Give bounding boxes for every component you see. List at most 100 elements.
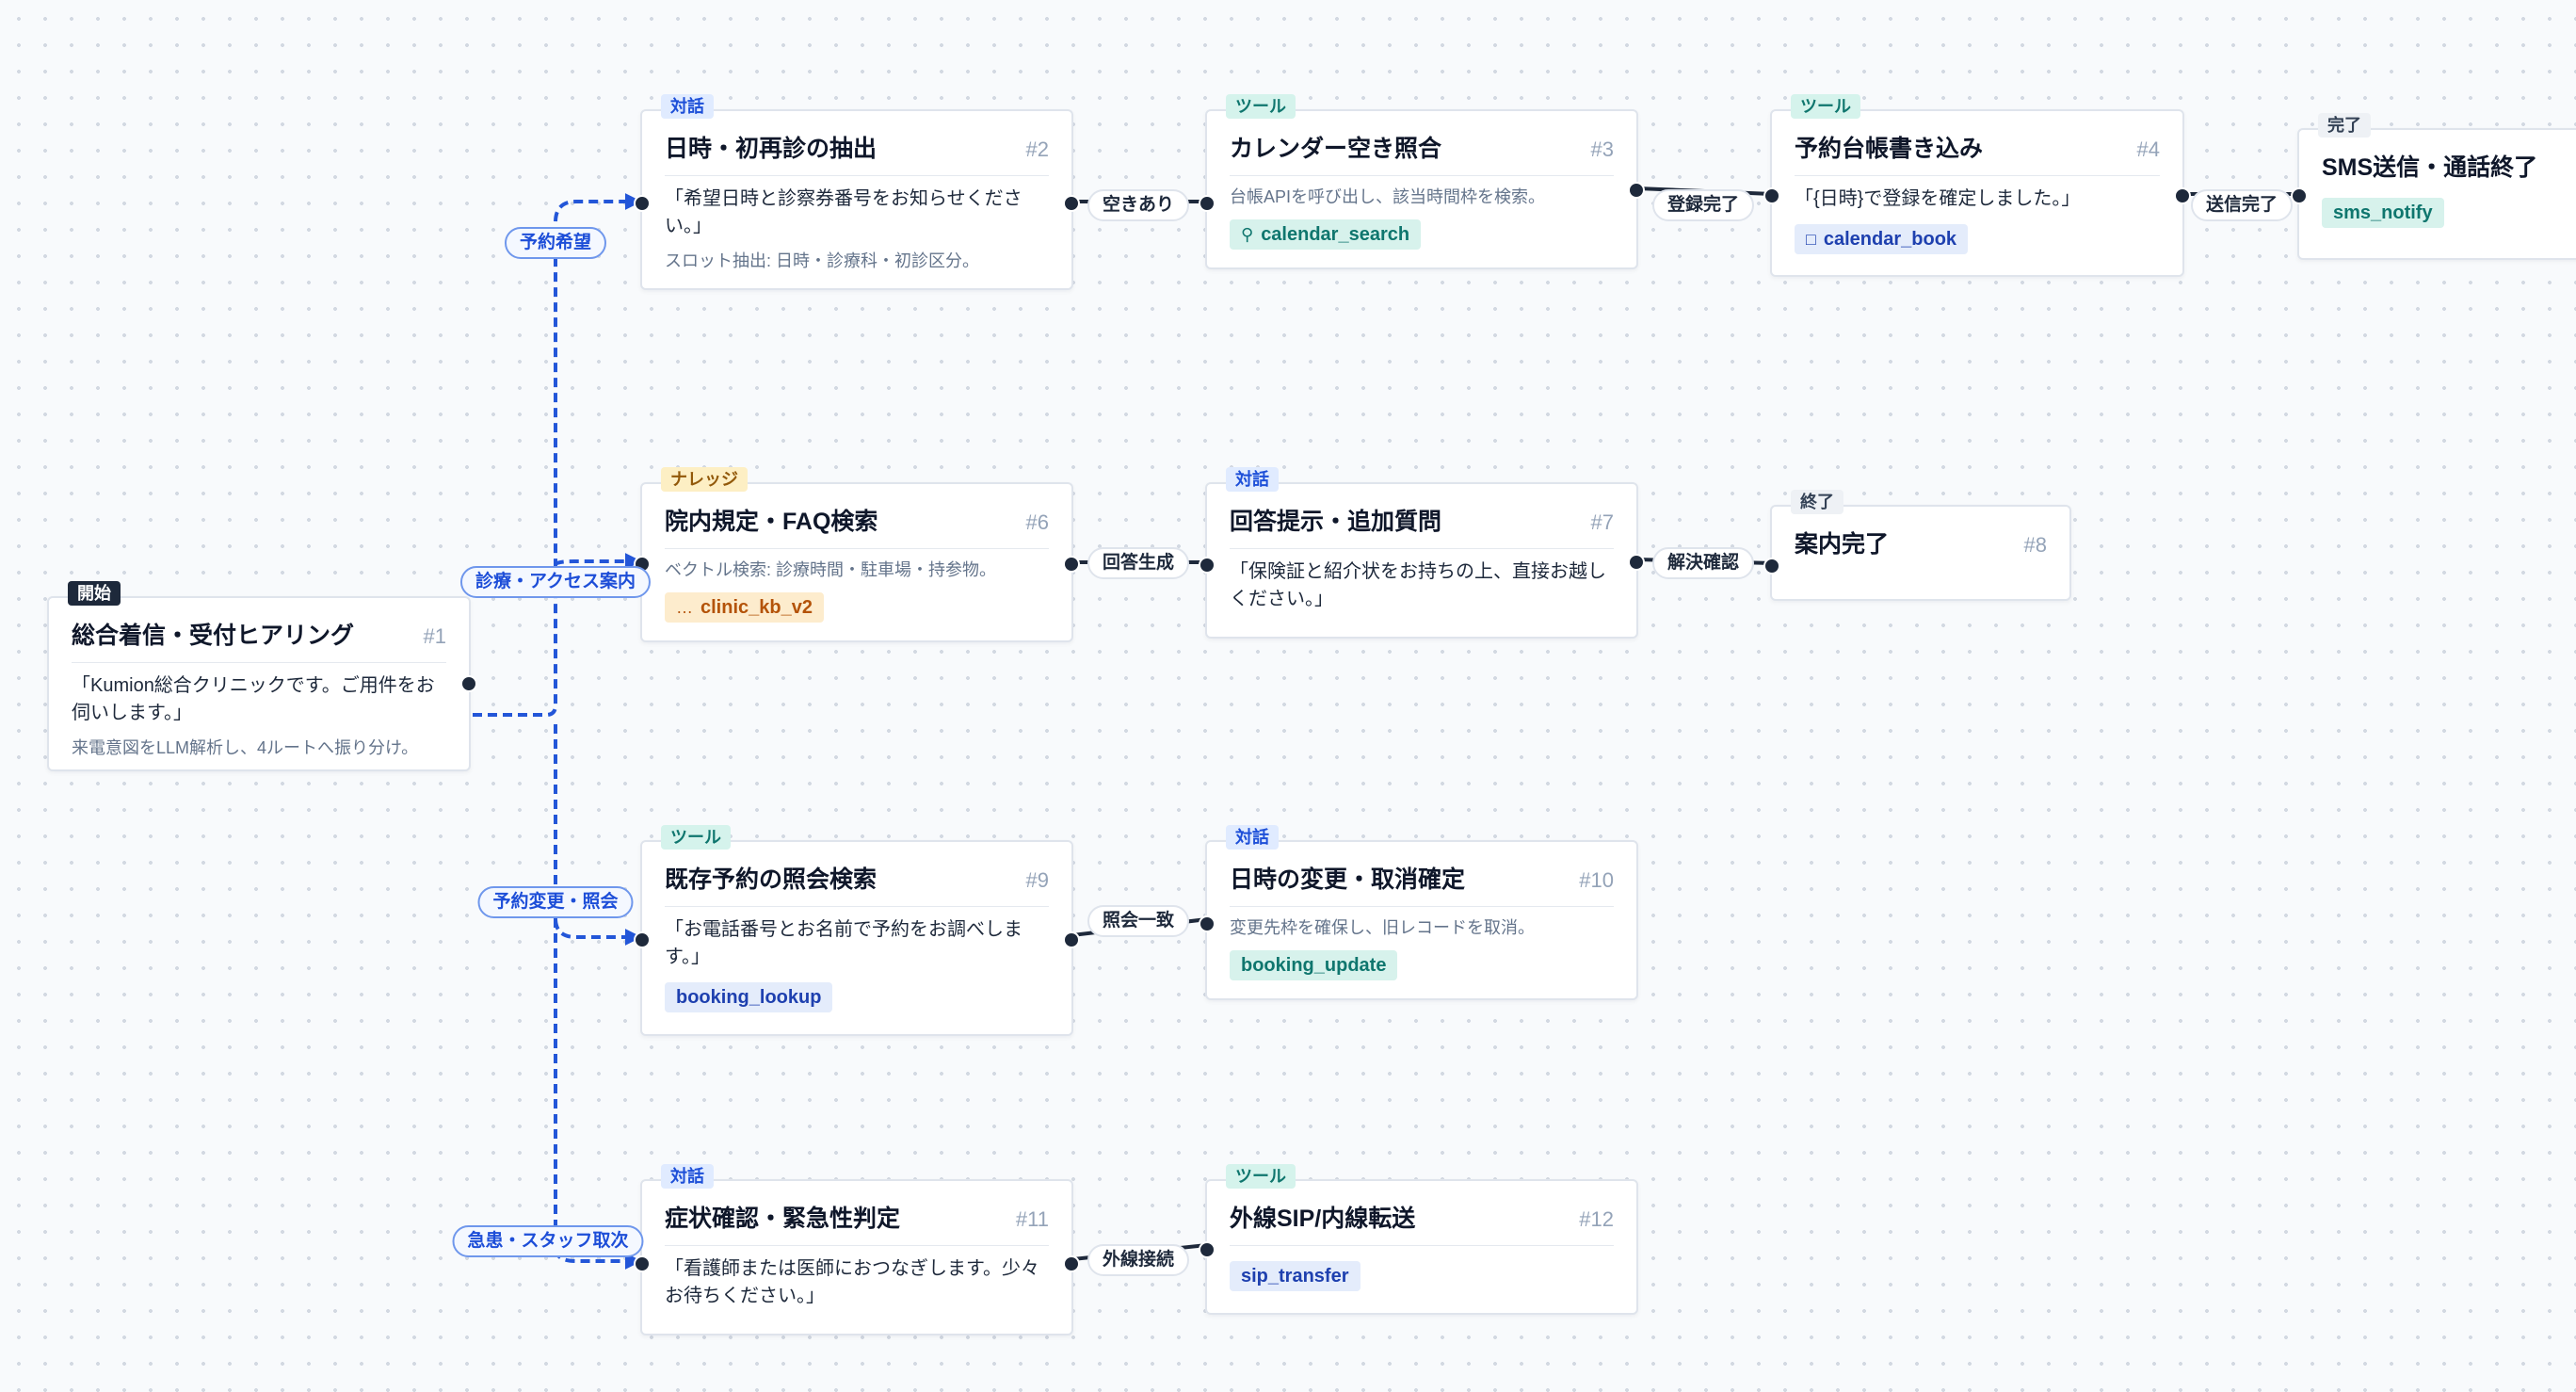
- input-port[interactable]: [634, 931, 651, 948]
- branch-edges: [473, 193, 642, 1270]
- node-type-tag: 対話: [1226, 825, 1279, 850]
- output-port[interactable]: [1063, 931, 1080, 948]
- node-type-tag: 終了: [1791, 490, 1843, 514]
- output-port[interactable]: [1063, 1255, 1080, 1272]
- node-title: カレンダー空き照合: [1230, 136, 1442, 162]
- node-1[interactable]: 開始 総合着信・受付ヒアリング #1 「Kumion総合クリニックです。ご用件を…: [47, 581, 477, 771]
- node-number: #2: [1025, 138, 1049, 161]
- knowledge-chip[interactable]: … clinic_kb_v2: [665, 592, 824, 623]
- node-number: #9: [1025, 868, 1049, 892]
- node-title: 日時の変更・取消確定: [1230, 866, 1466, 893]
- node-number: #7: [1590, 510, 1614, 534]
- node-script: 「Kumion総合クリニックです。ご用件をお伺いします。」: [72, 675, 435, 723]
- node-4[interactable]: ツール 予約台帳書き込み #4 「{日時}で登録を確定しました。」 □ calen…: [1763, 94, 2191, 277]
- output-port[interactable]: [460, 675, 477, 692]
- node-type-tag: 開始: [68, 581, 121, 606]
- node-title: 外線SIP/内線転送: [1230, 1206, 1416, 1232]
- node-11[interactable]: 対話 症状確認・緊急性判定 #11 「看護師または医師におつなぎします。少々お待…: [634, 1164, 1080, 1335]
- edge-guidance: [554, 553, 642, 570]
- node-number: #3: [1590, 138, 1614, 161]
- node-description: スロット抽出: 日時・診療科・初診区分。: [665, 251, 980, 270]
- edge-reservation: [473, 193, 642, 717]
- output-port[interactable]: [1063, 556, 1080, 573]
- node-number: #8: [2023, 533, 2047, 557]
- node-type-tag: 対話: [661, 1164, 714, 1189]
- edge-label-7-8[interactable]: 解決確認: [1651, 547, 1755, 579]
- edge-label-6-7[interactable]: 回答生成: [1087, 547, 1190, 579]
- node-10[interactable]: 対話 日時の変更・取消確定 #10 変更先枠を確保し、旧レコードを取消。 boo…: [1199, 825, 1638, 1000]
- node-9[interactable]: ツール 既存予約の照会検索 #9 「お電話番号とお名前で予約をお調べします。」 …: [634, 825, 1080, 1036]
- edge-label-change[interactable]: 予約変更・照会: [477, 886, 634, 918]
- node-title: 案内完了: [1795, 531, 1890, 558]
- tool-name: sip_transfer: [1241, 1266, 1349, 1287]
- tool-name: booking_lookup: [676, 987, 822, 1008]
- node-description: 台帳APIを呼び出し、該当時間枠を検索。: [1230, 187, 1546, 206]
- node-script: 「希望日時と診察券番号をお知らせください。」: [665, 188, 1022, 236]
- edge-label-9-10[interactable]: 照会一致: [1087, 905, 1190, 937]
- edge-emergency: [554, 918, 642, 1270]
- node-7[interactable]: 対話 回答提示・追加質問 #7 「保険証と紹介状をお持ちの上、直接お越しください…: [1199, 467, 1645, 639]
- node-script: 「看護師または医師におつなぎします。少々お待ちください。」: [665, 1258, 1039, 1306]
- edge-label-reservation[interactable]: 予約希望: [504, 227, 607, 259]
- tool-chip[interactable]: □ calendar_book: [1795, 224, 1969, 254]
- edge-label-guidance[interactable]: 診療・アクセス案内: [459, 566, 652, 598]
- node-title: 既存予約の照会検索: [665, 866, 877, 893]
- node-type-tag: 対話: [1226, 467, 1279, 492]
- node-description: 変更先枠を確保し、旧レコードを取消。: [1230, 918, 1535, 937]
- book-icon: □: [1806, 230, 1816, 249]
- node-type-tag: ツール: [1226, 1164, 1296, 1189]
- edge-label-3-4[interactable]: 登録完了: [1651, 189, 1755, 221]
- output-port[interactable]: [1063, 195, 1080, 212]
- output-port[interactable]: [2174, 187, 2191, 204]
- node-8[interactable]: 終了 案内完了 #8: [1763, 490, 2071, 601]
- input-port[interactable]: [2291, 187, 2308, 204]
- input-port[interactable]: [1199, 915, 1216, 932]
- tool-chip[interactable]: sip_transfer: [1230, 1261, 1360, 1291]
- node-type-tag: ツール: [661, 825, 731, 850]
- node-3[interactable]: ツール カレンダー空き照合 #3 台帳APIを呼び出し、該当時間枠を検索。 ⚲ c…: [1199, 94, 1645, 269]
- node-number: #10: [1579, 868, 1614, 892]
- input-port[interactable]: [1763, 187, 1780, 204]
- knowledge-icon: …: [676, 598, 693, 617]
- node-title: 日時・初再診の抽出: [665, 136, 877, 162]
- edge-label-2-3[interactable]: 空きあり: [1087, 189, 1190, 221]
- node-description: 来電意図をLLM解析し、4ルートへ振り分け。: [72, 738, 419, 757]
- input-port[interactable]: [1199, 1241, 1216, 1258]
- node-5[interactable]: 完了 SMS送信・通話終了 sms_notify: [2291, 113, 2576, 260]
- node-script: 「お電話番号とお名前で予約をお調べします。」: [665, 919, 1022, 967]
- node-title: 予約台帳書き込み: [1795, 136, 1984, 162]
- tool-chip[interactable]: sms_notify: [2322, 198, 2444, 228]
- node-number: #12: [1579, 1207, 1614, 1231]
- input-port[interactable]: [634, 1255, 651, 1272]
- node-title: 総合着信・受付ヒアリング: [72, 623, 355, 649]
- node-type-tag: ツール: [1226, 94, 1296, 119]
- tool-chip[interactable]: booking_lookup: [665, 982, 833, 1012]
- tool-chip[interactable]: ⚲ calendar_search: [1230, 219, 1422, 250]
- node-type-tag: ツール: [1791, 94, 1860, 119]
- input-port[interactable]: [1763, 558, 1780, 575]
- node-type-tag: ナレッジ: [661, 467, 748, 492]
- edge-label-emergency[interactable]: 急患・スタッフ取次: [452, 1225, 644, 1257]
- node-number: #4: [2136, 138, 2160, 161]
- tool-chip[interactable]: booking_update: [1230, 950, 1398, 980]
- node-12[interactable]: ツール 外線SIP/内線転送 #12 sip_transfer: [1199, 1164, 1638, 1315]
- tool-name: calendar_book: [1823, 229, 1957, 250]
- input-port[interactable]: [1199, 557, 1216, 574]
- node-number: #11: [1015, 1207, 1049, 1231]
- node-title: 回答提示・追加質問: [1230, 509, 1442, 535]
- tool-name: booking_update: [1241, 955, 1387, 976]
- input-port[interactable]: [1199, 195, 1216, 212]
- node-type-tag: 対話: [661, 94, 714, 119]
- edge-label-4-5[interactable]: 送信完了: [2190, 189, 2294, 221]
- node-6[interactable]: ナレッジ 院内規定・FAQ検索 #6 ベクトル検索: 診療時間・駐車場・持参物。…: [634, 467, 1080, 642]
- node-number: #1: [423, 624, 446, 648]
- edge-label-11-12[interactable]: 外線接続: [1087, 1244, 1190, 1276]
- input-port[interactable]: [634, 195, 651, 212]
- search-icon: ⚲: [1241, 225, 1254, 244]
- output-port[interactable]: [1628, 554, 1645, 571]
- node-2[interactable]: 対話 日時・初再診の抽出 #2 「希望日時と診察券番号をお知らせください。」 ス…: [634, 94, 1080, 290]
- knowledge-base-name: clinic_kb_v2: [700, 597, 813, 618]
- output-port[interactable]: [1628, 182, 1645, 199]
- node-title: 院内規定・FAQ検索: [665, 509, 878, 535]
- solid-edges: [1071, 186, 2299, 1261]
